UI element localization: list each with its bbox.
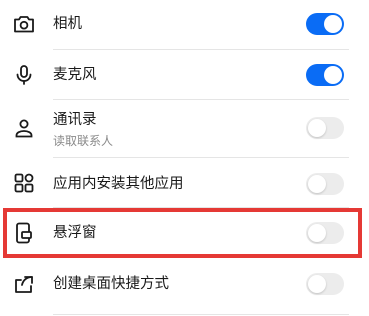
camera-icon xyxy=(12,12,36,36)
install-apps-toggle[interactable] xyxy=(306,173,344,195)
floating-window-icon xyxy=(12,221,36,245)
permission-row-desktop-shortcut[interactable]: 创建桌面快捷方式 xyxy=(0,258,369,316)
divider xyxy=(53,314,349,315)
permission-label: 创建桌面快捷方式 xyxy=(53,276,169,292)
permission-row-contacts[interactable]: 通讯录 读取联系人 xyxy=(0,100,369,158)
permission-label: 应用内安装其他应用 xyxy=(53,176,184,192)
permission-row-camera[interactable]: 相机 xyxy=(0,0,369,50)
camera-toggle[interactable] xyxy=(306,13,344,35)
app-grid-icon xyxy=(12,171,36,195)
app-permissions-screen: 相机 麦克风 通讯录 读取联系人 应用内安装其他应用 悬浮窗 创建桌面快捷方式 xyxy=(0,0,369,316)
permission-sublabel: 读取联系人 xyxy=(53,134,114,148)
microphone-icon xyxy=(12,63,36,87)
permission-label: 相机 xyxy=(53,16,82,32)
microphone-toggle[interactable] xyxy=(306,64,344,86)
permission-row-install-apps[interactable]: 应用内安装其他应用 xyxy=(0,158,369,208)
permission-label: 通讯录 xyxy=(53,112,97,128)
contacts-toggle[interactable] xyxy=(306,117,344,139)
permission-label: 麦克风 xyxy=(53,67,97,83)
permission-row-floating-window[interactable]: 悬浮窗 xyxy=(0,208,369,258)
permission-label: 悬浮窗 xyxy=(53,225,97,241)
share-export-icon xyxy=(12,272,36,296)
contacts-person-icon xyxy=(12,116,36,140)
desktop-shortcut-toggle[interactable] xyxy=(306,273,344,295)
floating-window-toggle[interactable] xyxy=(306,222,344,244)
permission-row-microphone[interactable]: 麦克风 xyxy=(0,50,369,100)
